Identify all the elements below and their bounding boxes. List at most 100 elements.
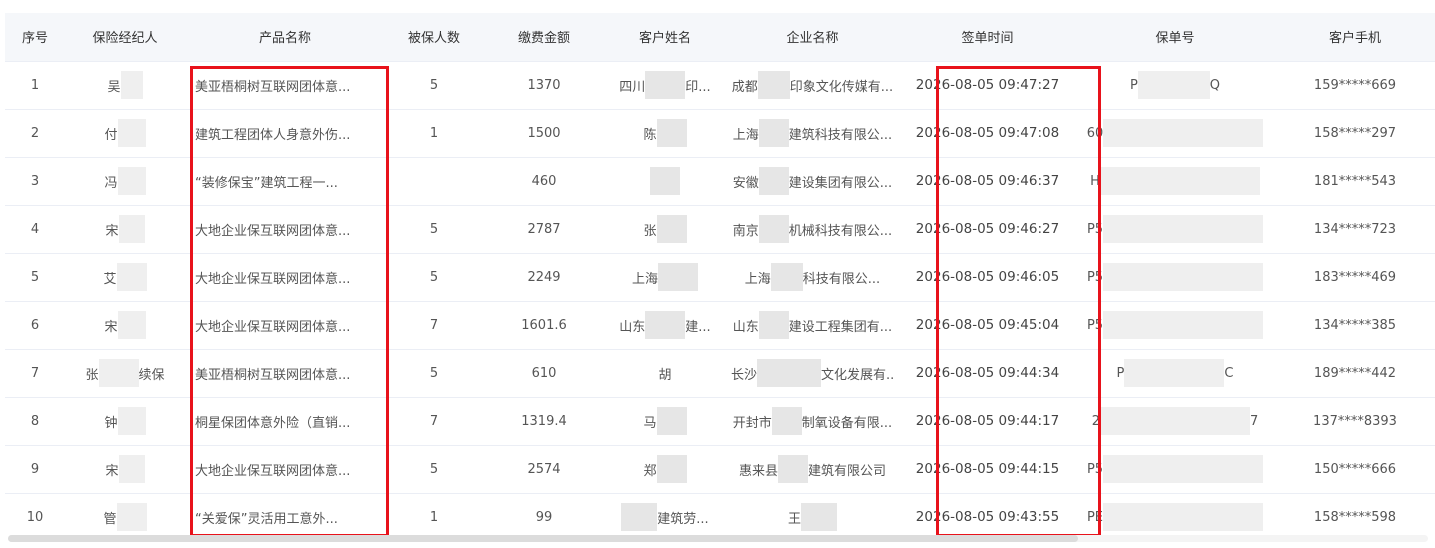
table-row[interactable]: 5 艾大地企业保互联网团体意... 5 2249 上海 上海 科技有限公... 2026-08… [5,253,1435,302]
policy-no-visible: P5 [1086,269,1104,285]
customer-name-visible: 张 [643,223,657,239]
cell-product[interactable]: 大地企业保互联网团体意... [185,445,385,494]
broker-name-visible: 付 [104,127,118,143]
customer-name-suffix: 印... [685,79,711,95]
broker-name-visible: 艾 [103,271,117,287]
company-name-suffix: 科技有限公... [802,271,881,287]
col-header-insured[interactable]: 被保人数 [385,13,483,62]
cell-phone: 181*****543 [1275,157,1435,206]
cell-no: 3 [5,157,65,206]
policy-no-visible: H [1090,173,1100,189]
table-row[interactable]: 7 张 续保 美亚梧桐树互联网团体意... 5 610 胡 长沙 文化发展有... 2026-08… [5,349,1435,398]
col-header-broker[interactable]: 保险经纪人 [65,13,185,62]
cell-product[interactable]: “装修保宝”建筑工程一... [185,157,385,206]
cell-policy-no: P5 [1075,205,1275,254]
cell-product[interactable]: 桐星保团体意外险（直销... [185,397,385,446]
col-header-policy[interactable]: 保单号 [1075,13,1275,62]
company-name-suffix: 建筑有限公司 [808,463,887,479]
redacted-block [117,119,146,147]
cell-sign-time: 2026-08-05 09:45:04 [900,301,1075,350]
cell-customer [605,157,725,206]
cell-amount: 1370 [483,61,605,110]
customer-name-suffix: 建筑劳... [657,511,709,527]
col-header-company[interactable]: 企业名称 [725,13,900,62]
redacted-block [650,167,680,195]
cell-company: 长沙 文化发展有... [725,349,900,398]
col-header-phone[interactable]: 客户手机 [1275,13,1435,62]
horizontal-scrollbar[interactable] [8,535,1428,542]
company-name-suffix: 文化发展有... [821,367,894,383]
redacted-block [758,215,789,243]
company-name-visible: 上海 [744,271,771,287]
policy-table-container: 序号 保险经纪人 产品名称 被保人数 缴费金额 客户姓名 企业名称 签单时间 保… [5,13,1435,541]
cell-policy-no: PE [1075,493,1275,541]
broker-name-visible: 钟 [104,415,118,431]
cell-phone: 158*****598 [1275,493,1435,541]
col-header-no[interactable]: 序号 [5,13,65,62]
table-row[interactable]: 10 管 “关爱保”灵活用工意外... 1 99 建筑劳... 王 2026-08-05 09… [5,493,1435,541]
broker-name-suffix: 续保 [138,367,165,383]
redacted-block [1103,455,1264,483]
table-row[interactable]: 9 宋 大地企业保互联网团体意... 5 2574 郑 惠来县 建筑有限公司 2026-08-0… [5,445,1435,494]
cell-product[interactable]: 建筑工程团体人身意外伤... [185,109,385,158]
scrollbar-thumb[interactable] [8,535,1078,542]
cell-insured-count: 5 [385,253,483,302]
policy-no-visible: 60 [1086,125,1104,141]
cell-company: 王 [725,493,900,541]
cell-policy-no: H [1075,157,1275,206]
cell-product[interactable]: 大地企业保互联网团体意... [185,205,385,254]
cell-policy-no: P5 [1075,301,1275,350]
policy-no-visible: P [1116,365,1125,381]
table-row[interactable]: 2 付 建筑工程团体人身意外伤... 1 1500 陈 上海 建筑科技有限公... 2026-0… [5,109,1435,158]
cell-sign-time: 2026-08-05 09:46:05 [900,253,1075,302]
cell-product[interactable]: “关爱保”灵活用工意外... [185,493,385,541]
redacted-block [1103,119,1264,147]
cell-company: 南京 机械科技有限公... [725,205,900,254]
cell-phone: 189*****442 [1275,349,1435,398]
cell-broker: 吴 [65,61,185,110]
company-name-suffix: 建设集团有限公... [788,175,893,191]
col-header-amount[interactable]: 缴费金额 [483,13,605,62]
col-header-product[interactable]: 产品名称 [185,13,385,62]
table-row[interactable]: 3 冯 “装修保宝”建筑工程一... 460 安徽 建设集团有限公... 2026-08-0… [5,157,1435,206]
company-name-visible: 开封市 [732,415,772,431]
policy-no-visible: P5 [1086,461,1104,477]
redacted-block [621,503,658,531]
cell-broker: 钟 [65,397,185,446]
cell-customer: 建筑劳... [605,493,725,541]
redacted-block [757,359,822,387]
cell-company: 开封市 制氧设备有限... [725,397,900,446]
cell-amount: 2249 [483,253,605,302]
customer-name-visible: 陈 [643,127,657,143]
cell-product[interactable]: 美亚梧桐树互联网团体意... [185,349,385,398]
redacted-block [778,455,808,483]
company-name-visible: 王 [787,511,801,527]
cell-broker: 付 [65,109,185,158]
redacted-block [116,263,147,291]
col-header-customer[interactable]: 客户姓名 [605,13,725,62]
table-row[interactable]: 1 吴 美亚梧桐树互联网团体意... 5 1370 四川 印... 成都 印象文化传媒有... 2… [5,61,1435,110]
col-header-time[interactable]: 签单时间 [900,13,1075,62]
customer-name-suffix: 建... [685,319,711,335]
redacted-block [117,167,146,195]
cell-company: 惠来县 建筑有限公司 [725,445,900,494]
cell-sign-time: 2026-08-05 09:44:15 [900,445,1075,494]
cell-product[interactable]: 大地企业保互联网团体意... [185,253,385,302]
cell-no: 1 [5,61,65,110]
redacted-block [656,215,687,243]
table-row[interactable]: 6 宋 大地企业保互联网团体意... 7 1601.6 山东 建... 山东 建设工程集团有..… [5,301,1435,350]
redacted-block [1124,359,1225,387]
cell-product[interactable]: 美亚梧桐树互联网团体意... [185,61,385,110]
redacted-block [770,263,803,291]
cell-phone: 134*****385 [1275,301,1435,350]
redacted-block [118,455,145,483]
broker-name-visible: 张 [85,367,99,383]
cell-policy-no: PC [1075,349,1275,398]
table-row[interactable]: 4 宋 大地企业保互联网团体意... 5 2787 张 南京 机械科技有限公... 2026-0… [5,205,1435,254]
cell-amount: 610 [483,349,605,398]
table-row[interactable]: 8 钟桐星保团体意外险（直销... 7 1319.4 马开封市 制氧设备有限... 2026… [5,397,1435,446]
redacted-block [1100,407,1250,435]
cell-company: 上海 科技有限公... [725,253,900,302]
customer-name-visible: 四川 [619,79,646,95]
cell-product[interactable]: 大地企业保互联网团体意... [185,301,385,350]
